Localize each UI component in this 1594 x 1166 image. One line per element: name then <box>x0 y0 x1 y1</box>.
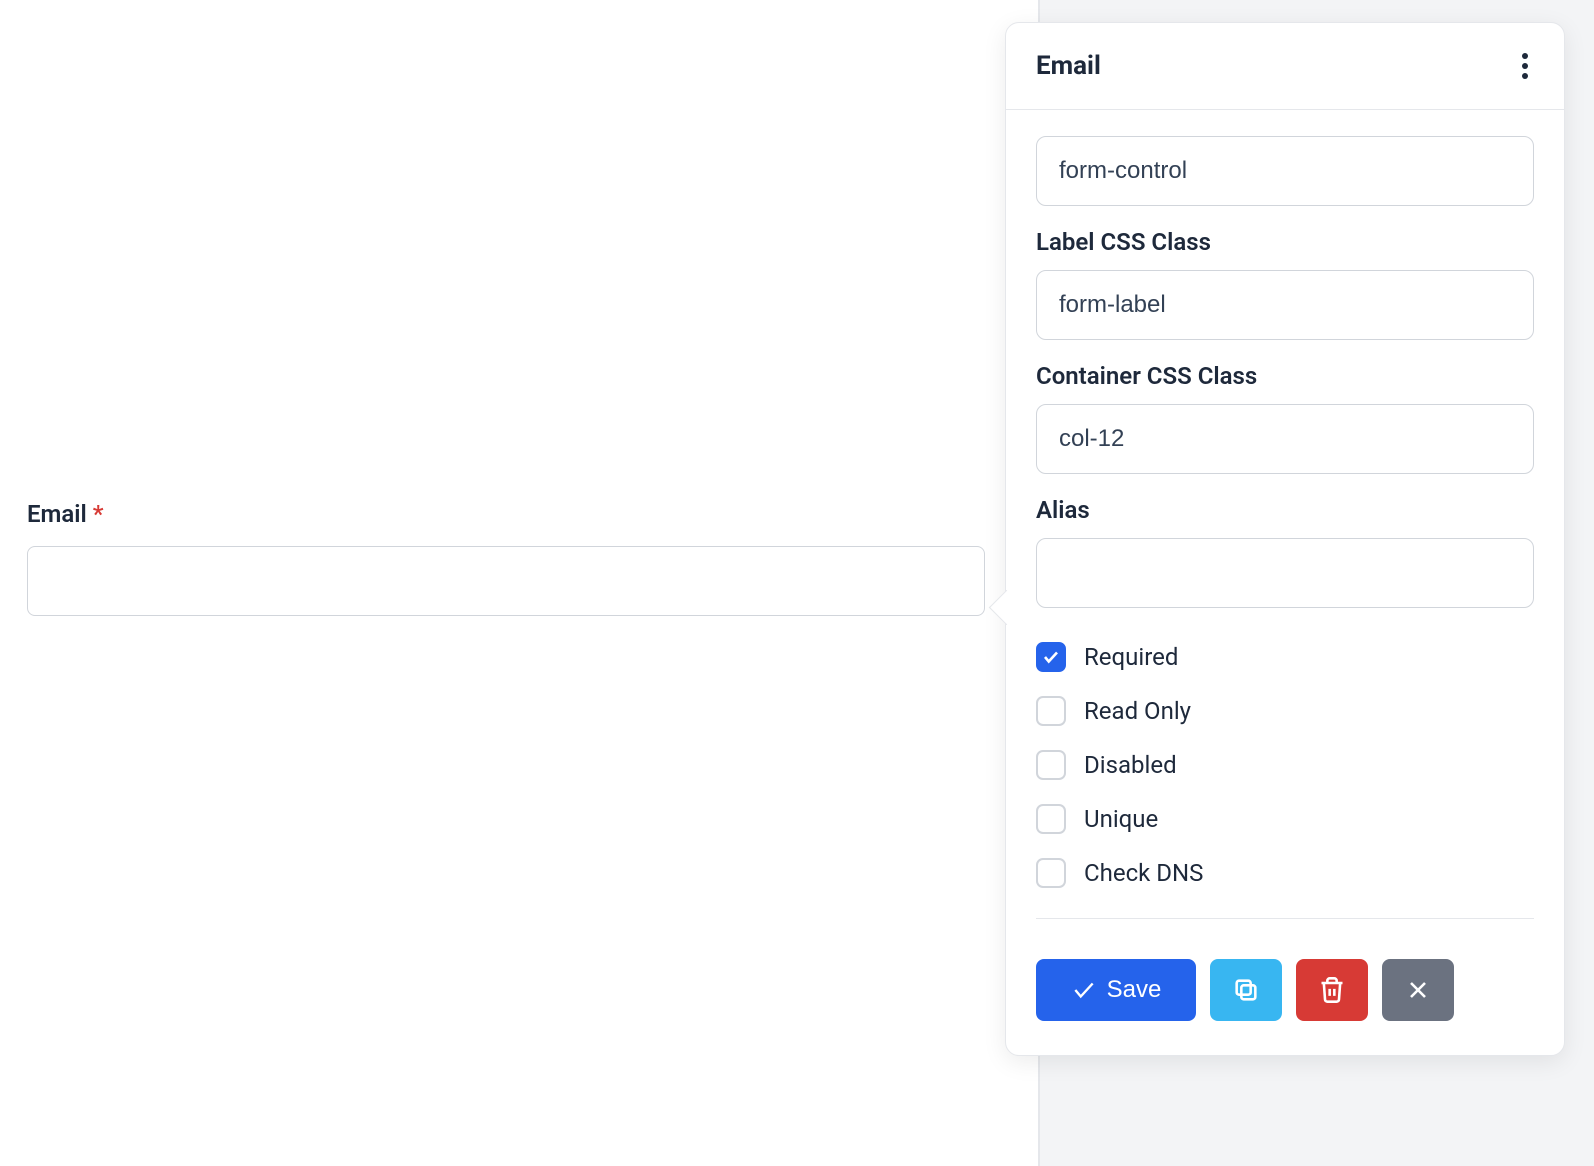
alias-input[interactable] <box>1036 538 1534 608</box>
unique-checkbox[interactable] <box>1036 804 1066 834</box>
checkbox-group: Required Read Only Disabled Unique <box>1036 630 1534 900</box>
required-checkbox[interactable] <box>1036 642 1066 672</box>
required-asterisk: * <box>93 500 104 528</box>
alias-group: Alias <box>1036 496 1534 608</box>
disabled-checkbox-label: Disabled <box>1084 751 1177 779</box>
container-css-class-input[interactable] <box>1036 404 1534 474</box>
trash-icon <box>1318 976 1346 1004</box>
unique-checkbox-label: Unique <box>1084 805 1158 833</box>
panel-header: Email <box>1006 23 1564 110</box>
close-icon <box>1404 976 1432 1004</box>
delete-button[interactable] <box>1296 959 1368 1021</box>
css-class-group <box>1036 136 1534 206</box>
checkdns-checkbox[interactable] <box>1036 858 1066 888</box>
save-button[interactable]: Save <box>1036 959 1196 1021</box>
label-css-class-label: Label CSS Class <box>1036 228 1534 256</box>
email-field-block[interactable]: Email * <box>27 500 985 616</box>
readonly-checkbox[interactable] <box>1036 696 1066 726</box>
email-field-label: Email * <box>27 500 985 528</box>
panel-title: Email <box>1036 51 1101 81</box>
check-icon <box>1071 977 1097 1003</box>
required-checkbox-label: Required <box>1084 643 1178 671</box>
properties-panel: Email Label CSS Class Container CSS Clas… <box>1005 22 1565 1056</box>
email-input[interactable] <box>27 546 985 616</box>
readonly-checkbox-label: Read Only <box>1084 697 1191 725</box>
alias-label: Alias <box>1036 496 1534 524</box>
panel-footer: Save <box>1006 929 1564 1055</box>
container-css-class-group: Container CSS Class <box>1036 362 1534 474</box>
label-css-class-input[interactable] <box>1036 270 1534 340</box>
disabled-checkbox[interactable] <box>1036 750 1066 780</box>
checkdns-checkbox-row: Check DNS <box>1036 846 1534 900</box>
save-button-label: Save <box>1107 976 1162 1004</box>
more-options-icon[interactable] <box>1516 47 1534 85</box>
readonly-checkbox-row: Read Only <box>1036 684 1534 738</box>
disabled-checkbox-row: Disabled <box>1036 738 1534 792</box>
panel-body: Label CSS Class Container CSS Class Alia… <box>1006 110 1564 929</box>
required-checkbox-row: Required <box>1036 630 1534 684</box>
copy-icon <box>1232 976 1260 1004</box>
email-label-text: Email <box>27 500 87 528</box>
close-button[interactable] <box>1382 959 1454 1021</box>
unique-checkbox-row: Unique <box>1036 792 1534 846</box>
css-class-input[interactable] <box>1036 136 1534 206</box>
footer-divider <box>1036 918 1534 919</box>
container-css-class-label: Container CSS Class <box>1036 362 1534 390</box>
checkdns-checkbox-label: Check DNS <box>1084 859 1203 887</box>
duplicate-button[interactable] <box>1210 959 1282 1021</box>
form-canvas: Email * <box>0 0 1038 1166</box>
label-css-class-group: Label CSS Class <box>1036 228 1534 340</box>
